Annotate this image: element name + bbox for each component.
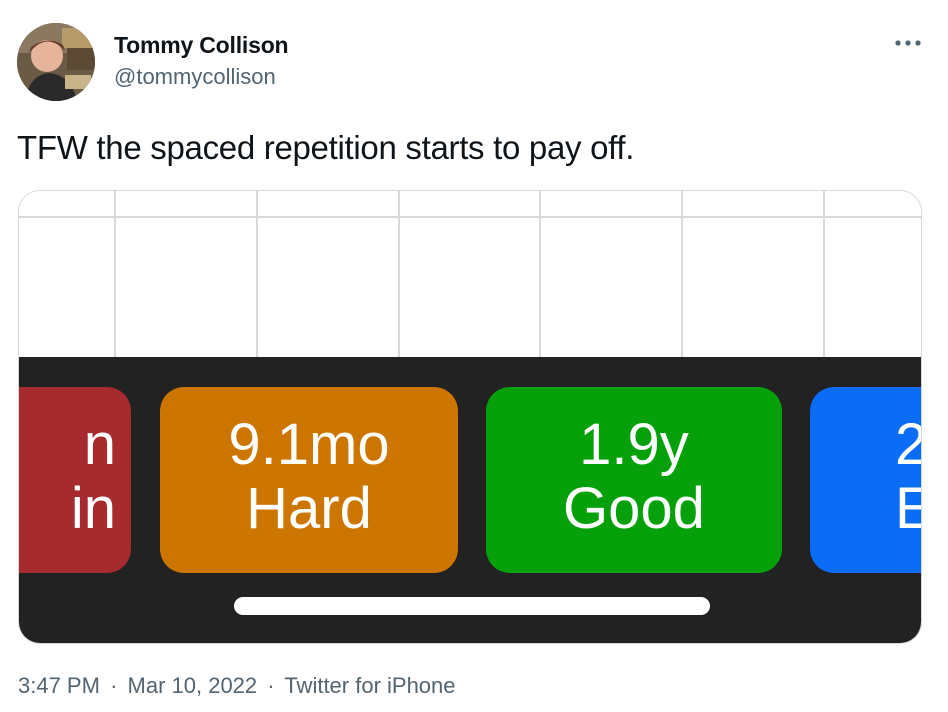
- avatar-photo: [17, 23, 95, 101]
- home-indicator: [234, 597, 710, 615]
- avatar[interactable]: [17, 23, 95, 101]
- calendar-grid: [19, 191, 921, 357]
- easy-button[interactable]: 2 E: [810, 387, 921, 573]
- easy-interval: 2: [810, 413, 921, 477]
- again-button[interactable]: n in: [19, 387, 131, 573]
- separator: ·: [110, 673, 118, 698]
- tweet-date[interactable]: Mar 10, 2022: [128, 673, 258, 698]
- easy-label: E: [810, 477, 921, 541]
- again-interval: n: [83, 412, 116, 477]
- tweet-media-image[interactable]: n in 9.1mo Hard 1.9y Good 2 E: [18, 190, 922, 644]
- grid-lines: [19, 191, 921, 357]
- author-name[interactable]: Tommy Collison: [114, 31, 289, 59]
- tweet-time[interactable]: 3:47 PM: [18, 673, 100, 698]
- tweet-source[interactable]: Twitter for iPhone: [284, 673, 455, 698]
- tweet-metadata: 3:47 PM · Mar 10, 2022 · Twitter for iPh…: [18, 672, 456, 700]
- hard-button[interactable]: 9.1mo Hard: [160, 387, 458, 573]
- more-options-button[interactable]: [888, 30, 928, 56]
- hard-label: Hard: [246, 476, 372, 541]
- good-label: Good: [563, 476, 705, 541]
- tweet-text: TFW the spaced repetition starts to pay …: [17, 129, 635, 166]
- good-button[interactable]: 1.9y Good: [486, 387, 782, 573]
- again-label: in: [70, 476, 116, 541]
- good-interval: 1.9y: [579, 412, 689, 477]
- author-handle[interactable]: @tommycollison: [114, 63, 276, 91]
- answer-bar: n in 9.1mo Hard 1.9y Good 2 E: [19, 357, 921, 643]
- separator: ·: [267, 673, 275, 698]
- more-horizontal-icon: [895, 40, 921, 46]
- hard-interval: 9.1mo: [228, 412, 390, 477]
